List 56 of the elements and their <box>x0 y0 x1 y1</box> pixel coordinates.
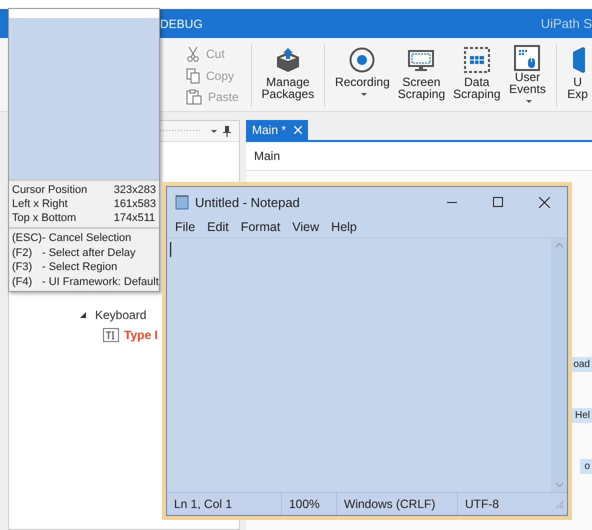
pin-icon[interactable] <box>223 125 231 137</box>
ribbon-button[interactable]: Manage Packages <box>258 44 318 107</box>
dropdown-icon[interactable] <box>211 130 217 132</box>
shortcut-action: - Select Region <box>42 260 118 274</box>
ribbon-button[interactable]: Screen Scraping <box>394 44 450 107</box>
activity-label: Hel <box>570 408 592 423</box>
shortcut-key: (F4) <box>12 274 42 289</box>
text-cursor-icon <box>103 328 119 342</box>
window-title: Untitled - Notepad <box>195 194 300 210</box>
info-value: 323x283 <box>114 183 156 197</box>
close-icon <box>538 196 550 208</box>
menu-item[interactable]: Edit <box>201 220 235 234</box>
status-field: 100% <box>282 493 337 515</box>
shortcut-action: - Cancel Selection <box>42 231 132 246</box>
shortcut-key: (F3) <box>12 260 42 274</box>
tree-item[interactable]: Keyboard <box>95 308 146 322</box>
activity-label: o <box>580 459 592 474</box>
menu-tab[interactable]: DEBUG <box>160 16 203 30</box>
text-caret-icon <box>170 242 172 257</box>
monitor-icon <box>408 48 434 72</box>
resize-grip-icon[interactable] <box>554 499 564 509</box>
menu-item[interactable]: View <box>286 220 326 234</box>
copy-icon <box>186 68 200 84</box>
table-icon <box>464 47 490 73</box>
close-icon[interactable] <box>294 126 302 134</box>
notepad-icon <box>175 194 189 210</box>
ribbon-button[interactable]: Recording <box>331 44 394 107</box>
clipboard-icon <box>186 89 202 105</box>
status-field: Windows (CRLF) <box>337 493 458 515</box>
hexagon-icon <box>570 46 585 74</box>
status-field: Ln 1, Col 1 <box>167 493 282 515</box>
window-mouse-icon <box>514 44 540 70</box>
shortcut-action: - UI Framework: Default <box>42 274 159 289</box>
info-label: Top x Bottom <box>12 211 78 225</box>
breadcrumb: Main <box>254 149 280 163</box>
info-value: 161x583 <box>114 197 156 211</box>
expanded-icon[interactable] <box>79 311 87 319</box>
menu-item[interactable]: File <box>169 220 202 234</box>
info-value: 174x511 <box>114 211 156 225</box>
status-field: UTF-8 <box>458 493 554 515</box>
info-label: Left x Right <box>12 197 69 211</box>
ribbon-button[interactable]: U Exp <box>563 44 592 107</box>
info-label: Cursor Position <box>12 183 88 197</box>
maximize-icon <box>493 197 503 207</box>
shortcut-key: (ESC) <box>12 231 42 246</box>
document-tab[interactable]: Main * <box>246 120 308 140</box>
window-title: UiPath S <box>540 16 592 31</box>
menu-item[interactable]: Format <box>234 220 286 234</box>
shortcut-action: - Select after Delay <box>42 246 137 260</box>
scissors-icon <box>186 46 200 62</box>
record-icon <box>349 47 376 73</box>
ribbon-button[interactable]: Data Scraping <box>449 44 504 107</box>
menu-item[interactable]: Help <box>325 220 363 234</box>
ribbon-button[interactable]: User Events <box>504 44 550 107</box>
shortcut-key: (F2) <box>12 246 42 260</box>
activity-item[interactable]: Type I <box>124 328 158 342</box>
